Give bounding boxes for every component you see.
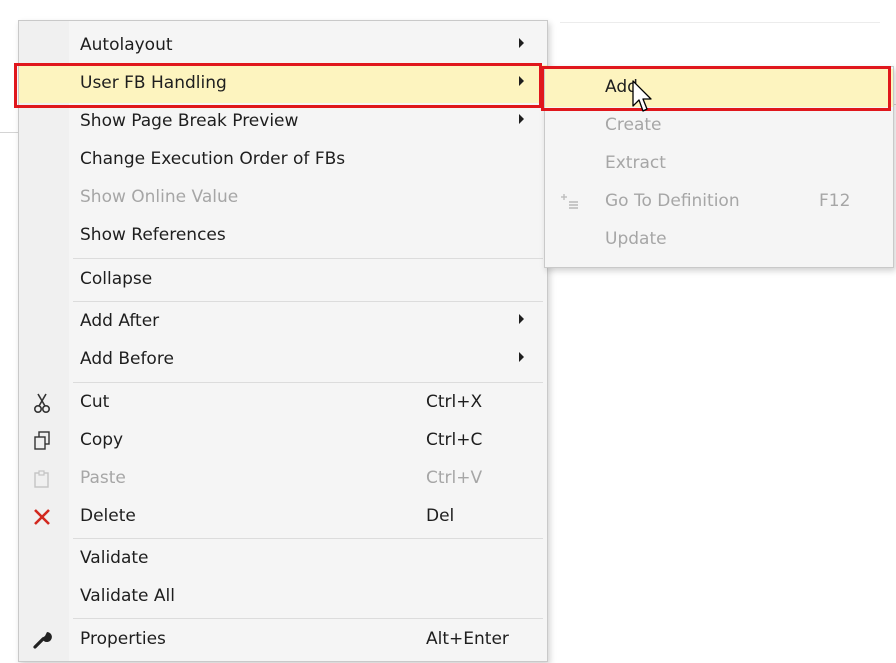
submenu-arrow-icon bbox=[519, 314, 524, 324]
go-to-definition-icon bbox=[557, 189, 583, 215]
shortcut-label: Ctrl+X bbox=[426, 392, 483, 412]
submenu-item-go-to-definition: Go To Definition F12 bbox=[545, 183, 893, 221]
menu-item-show-references[interactable]: Show References bbox=[19, 217, 547, 255]
menu-item-label: Copy bbox=[80, 430, 124, 450]
submenu-item-create: Create bbox=[545, 107, 893, 145]
menu-separator bbox=[73, 382, 543, 383]
menu-item-delete[interactable]: Delete Del bbox=[19, 498, 547, 536]
scissors-icon bbox=[29, 390, 55, 416]
menu-item-show-online-value: Show Online Value bbox=[19, 179, 547, 217]
submenu-arrow-icon bbox=[519, 352, 524, 362]
menu-item-label: Cut bbox=[80, 392, 110, 412]
menu-item-collapse[interactable]: Collapse bbox=[19, 261, 547, 299]
background-divider bbox=[560, 22, 880, 23]
annotation-highlight-box bbox=[541, 66, 891, 111]
menu-item-properties[interactable]: Properties Alt+Enter bbox=[19, 621, 547, 659]
menu-item-label: Delete bbox=[80, 506, 136, 526]
shortcut-label: F12 bbox=[819, 191, 851, 211]
menu-item-autolayout[interactable]: Autolayout bbox=[19, 27, 547, 65]
menu-separator bbox=[73, 258, 543, 259]
submenu-arrow-icon bbox=[519, 114, 524, 124]
paste-icon bbox=[29, 466, 55, 492]
menu-item-cut[interactable]: Cut Ctrl+X bbox=[19, 384, 547, 422]
menu-item-label: Change Execution Order of FBs bbox=[80, 149, 346, 169]
menu-item-label: Extract bbox=[605, 153, 666, 173]
submenu-item-update: Update bbox=[545, 221, 893, 259]
submenu-arrow-icon bbox=[519, 38, 524, 48]
submenu-item-extract: Extract bbox=[545, 145, 893, 183]
menu-item-show-page-break-preview[interactable]: Show Page Break Preview bbox=[19, 103, 547, 141]
shortcut-label: Ctrl+C bbox=[426, 430, 483, 450]
wrench-icon bbox=[29, 627, 55, 653]
mouse-cursor-icon bbox=[632, 80, 654, 119]
menu-separator bbox=[73, 538, 543, 539]
menu-item-change-execution-order[interactable]: Change Execution Order of FBs bbox=[19, 141, 547, 179]
menu-item-validate[interactable]: Validate bbox=[19, 540, 547, 578]
copy-icon bbox=[29, 428, 55, 454]
menu-item-copy[interactable]: Copy Ctrl+C bbox=[19, 422, 547, 460]
menu-item-label: Collapse bbox=[80, 269, 153, 289]
background-divider bbox=[0, 132, 20, 133]
delete-x-icon bbox=[29, 504, 55, 530]
menu-item-paste: Paste Ctrl+V bbox=[19, 460, 547, 498]
menu-item-label: Update bbox=[605, 229, 667, 249]
context-menu: Autolayout User FB Handling Show Page Br… bbox=[18, 20, 548, 662]
menu-item-label: Show Page Break Preview bbox=[80, 111, 299, 131]
menu-separator bbox=[73, 301, 543, 302]
menu-item-label: Show References bbox=[80, 225, 226, 245]
menu-item-label: Add Before bbox=[80, 349, 174, 369]
menu-item-validate-all[interactable]: Validate All bbox=[19, 578, 547, 616]
menu-item-label: Autolayout bbox=[80, 35, 173, 55]
shortcut-label: Alt+Enter bbox=[426, 629, 509, 649]
menu-item-add-after[interactable]: Add After bbox=[19, 303, 547, 341]
menu-item-label: Add After bbox=[80, 311, 160, 331]
menu-item-label: Validate All bbox=[80, 586, 175, 606]
annotation-highlight-box bbox=[14, 63, 542, 108]
shortcut-label: Ctrl+V bbox=[426, 468, 483, 488]
shortcut-label: Del bbox=[426, 506, 455, 526]
menu-item-label: Properties bbox=[80, 629, 166, 649]
menu-item-label: Paste bbox=[80, 468, 126, 488]
menu-item-label: Show Online Value bbox=[80, 187, 239, 207]
menu-item-label: Go To Definition bbox=[605, 191, 740, 211]
menu-item-label: Validate bbox=[80, 548, 149, 568]
menu-separator bbox=[73, 618, 543, 619]
menu-item-add-before[interactable]: Add Before bbox=[19, 341, 547, 379]
